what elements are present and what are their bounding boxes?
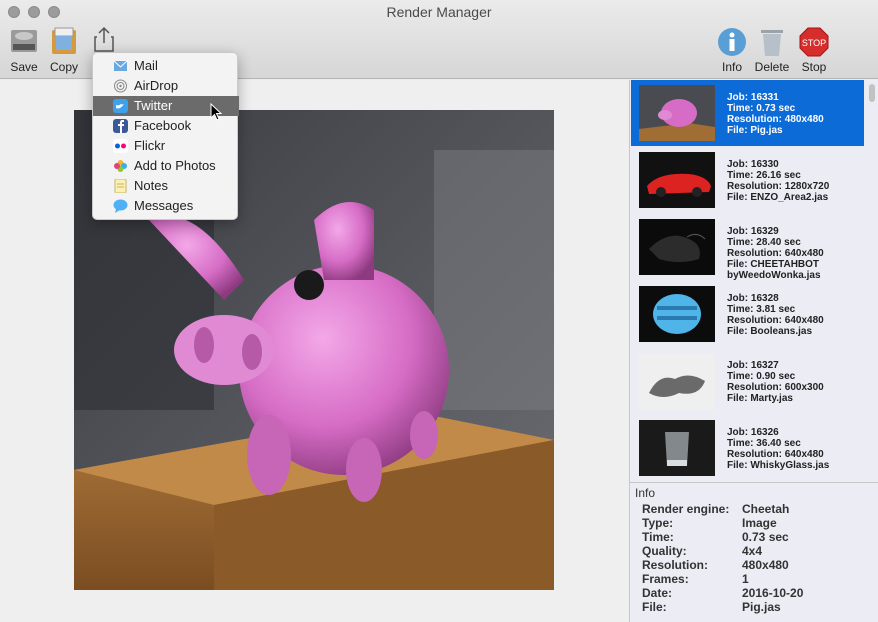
mouse-cursor [210, 103, 222, 121]
job-list-scrollbar[interactable] [868, 82, 876, 476]
info-value: Image [742, 516, 777, 530]
scrollbar-thumb[interactable] [869, 84, 875, 102]
stop-button[interactable]: STOP Stop [790, 26, 838, 76]
window-title: Render Manager [386, 4, 492, 20]
thumbnail-marty [639, 353, 715, 409]
info-label: Time: [642, 530, 674, 544]
airdrop-icon [114, 79, 127, 93]
info-value: 480x480 [742, 558, 789, 572]
job-list-item-16330[interactable]: Job: 16330 Time: 26.16 sec Resolution: 1… [631, 147, 864, 213]
svg-text:STOP: STOP [802, 38, 826, 48]
job-list-item-16328[interactable]: Job: 16328 Time: 3.81 sec Resolution: 64… [631, 281, 864, 347]
thumbnail-cheetahbot [639, 219, 715, 275]
share-menu: Mail AirDrop Twitter Facebook Flickr Add… [92, 52, 239, 220]
info-panel-title: Info [635, 486, 656, 500]
info-value: Cheetah [742, 502, 790, 516]
delete-button[interactable]: Delete [748, 26, 796, 76]
info-label: Resolution: [642, 558, 708, 572]
info-label: Date: [642, 586, 673, 600]
info-label: File: [642, 600, 667, 614]
menu-item-notes[interactable]: Notes [93, 176, 239, 196]
menu-item-add-to-photos[interactable]: Add to Photos [93, 156, 239, 176]
info-label: Frames: [642, 572, 689, 586]
job-list-item-16331[interactable]: Job: 16331 Time: 0.73 sec Resolution: 48… [631, 80, 864, 146]
thumbnail-whisky-glass [639, 420, 715, 476]
info-value: 4x4 [742, 544, 763, 558]
messages-icon [113, 199, 128, 213]
copy-icon [52, 27, 76, 54]
mail-icon [113, 60, 128, 71]
info-label: Type: [642, 516, 674, 530]
menu-item-airdrop[interactable]: AirDrop [93, 76, 239, 96]
info-value: 1 [742, 572, 749, 586]
info-icon [718, 28, 746, 56]
info-value: Pig.jas [742, 600, 781, 614]
thumbnail-car [639, 152, 715, 208]
trash-icon [761, 30, 783, 56]
twitter-icon [113, 99, 128, 113]
job-list-item-16329[interactable]: Job: 16329 Time: 28.40 sec Resolution: 6… [631, 214, 864, 281]
job-list-item-16327[interactable]: Job: 16327 Time: 0.90 sec Resolution: 60… [631, 348, 864, 414]
thumbnail-pig [639, 85, 715, 141]
job-list[interactable]: Job: 16331 Time: 0.73 sec Resolution: 48… [629, 80, 878, 482]
info-value: 0.73 sec [742, 530, 789, 544]
info-panel: Info Render engine: Cheetah Type: Image … [629, 482, 878, 622]
photos-icon [114, 160, 127, 172]
info-label: Quality: [642, 544, 687, 558]
save-icon [11, 30, 37, 52]
flickr-icon [113, 139, 128, 153]
share-icon [94, 26, 114, 52]
menu-item-mail[interactable]: Mail [93, 56, 239, 76]
render-manager-window: Render Manager Save Copy Info Delete STO… [0, 0, 878, 622]
menu-item-messages[interactable]: Messages [93, 196, 239, 216]
info-value: 2016-10-20 [742, 586, 804, 600]
facebook-icon [113, 119, 128, 133]
info-label: Render engine: [642, 502, 730, 516]
job-list-item-16326[interactable]: Job: 16326 Time: 36.40 sec Resolution: 6… [631, 415, 864, 481]
notes-icon [114, 179, 127, 193]
thumbnail-booleans [639, 286, 715, 342]
menu-item-flickr[interactable]: Flickr [93, 136, 239, 156]
stop-sign-icon: STOP [799, 27, 829, 57]
